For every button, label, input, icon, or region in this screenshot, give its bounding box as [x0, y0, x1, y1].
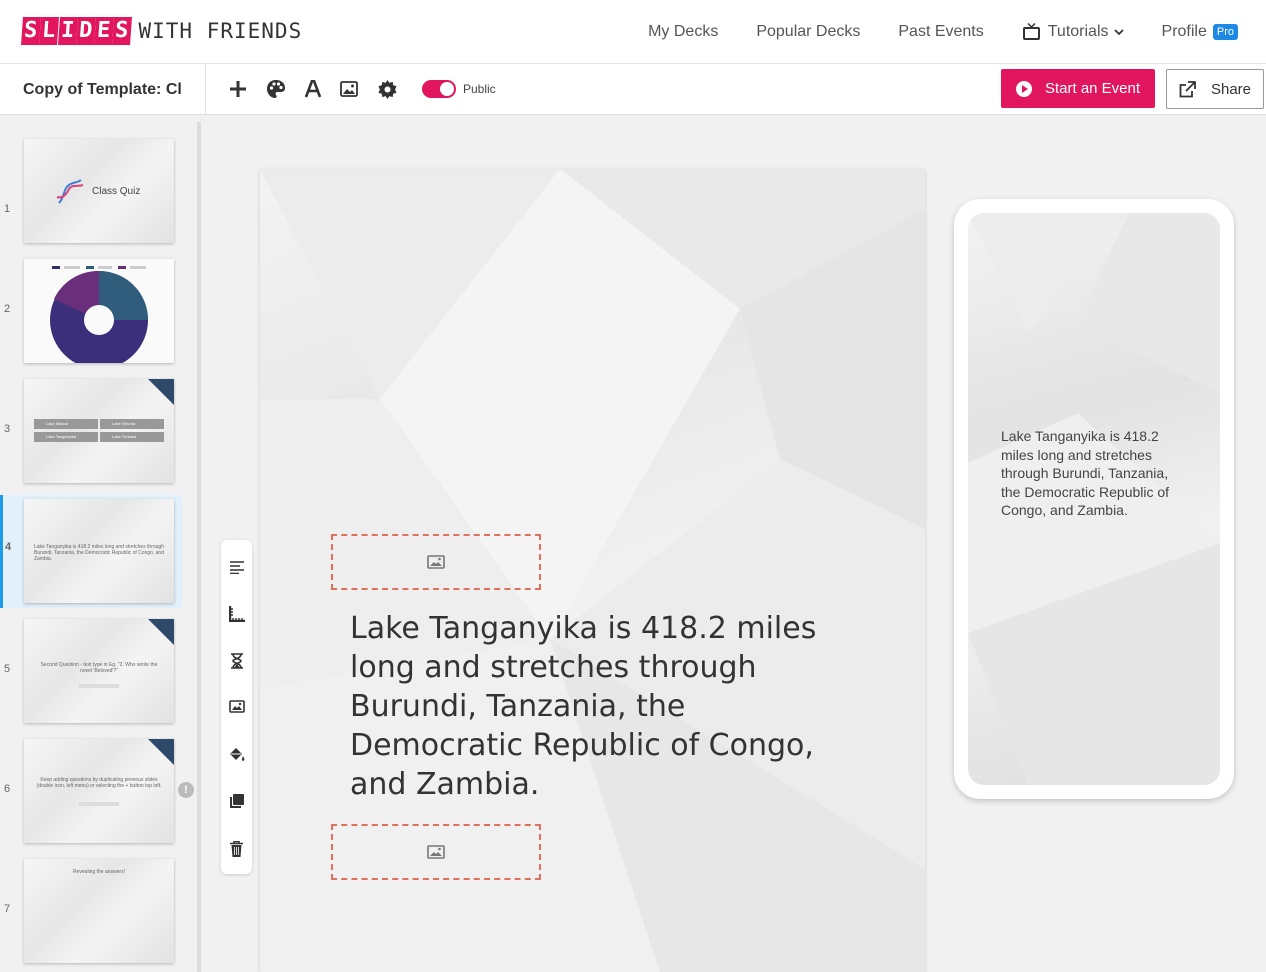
duplicate-icon[interactable]	[226, 791, 247, 812]
slide-number: 7	[4, 903, 11, 915]
pro-badge: Pro	[1212, 23, 1238, 40]
logo-tile: S	[21, 17, 42, 45]
logo-text: WITH FRIENDS	[138, 19, 303, 43]
image-icon[interactable]	[337, 77, 361, 101]
public-toggle[interactable]	[422, 80, 456, 98]
answer-option: Lake Victoria	[100, 419, 164, 429]
slide-body-text[interactable]: Lake Tanganyika is 418.2 miles long and …	[350, 609, 820, 804]
slide-thumb-text: Second Question - text type in Eg. "2. W…	[40, 662, 158, 674]
slide-thumbnail[interactable]: Keep adding questions by duplicating pre…	[24, 739, 174, 843]
slide-thumb-title: Class Quiz	[92, 186, 141, 197]
slide-thumb-row[interactable]: 3 Lake Malawi Lake Victoria Lake Tangany…	[0, 375, 182, 485]
answer-option: Lake Turkana	[100, 432, 164, 442]
submit-answer-thumb	[79, 802, 119, 806]
align-left-icon[interactable]	[226, 557, 247, 578]
logo[interactable]: S L I D E S WITH FRIENDS	[21, 15, 303, 47]
palette-icon[interactable]	[264, 77, 288, 101]
image-icon	[427, 555, 445, 569]
sidebar-scrollbar[interactable]	[197, 122, 201, 972]
answer-option: Lake Malawi	[34, 419, 98, 429]
external-link-icon	[1179, 80, 1196, 97]
logo-tile: E	[94, 17, 115, 45]
paint-bucket-icon[interactable]	[226, 744, 247, 765]
nav-tutorials-label: Tutorials	[1047, 22, 1109, 40]
logo-tile: I	[57, 17, 78, 45]
donut-chart-thumb	[50, 266, 148, 363]
nav-profile[interactable]: Profile Pro	[1162, 23, 1238, 41]
mobile-preview-screen: Lake Tanganyika is 418.2 miles long and …	[968, 213, 1220, 785]
top-nav: S L I D E S WITH FRIENDS My Decks Popula…	[0, 0, 1266, 64]
slide-type-corner	[148, 739, 174, 765]
answer-option-label: Lake Malawi	[46, 421, 69, 426]
submit-answer-thumb	[79, 684, 119, 688]
answer-option: Lake Tanganyika	[34, 432, 98, 442]
mobile-preview: Lake Tanganyika is 418.2 miles long and …	[954, 199, 1234, 799]
slide-thumb-text: Lake Tanganyika is 418.2 miles long and …	[34, 544, 164, 562]
logo-tile: L	[39, 17, 60, 45]
slide-tools	[221, 540, 252, 874]
start-event-button[interactable]: Start an Event	[1001, 69, 1155, 108]
editor-toolbar: Copy of Template: Cl Public Start an Eve…	[0, 64, 1266, 115]
slide-type-corner	[148, 379, 174, 405]
logo-tile: D	[75, 17, 96, 45]
play-icon	[1015, 80, 1032, 97]
image-placeholder-top[interactable]	[331, 534, 541, 590]
nav-my-decks[interactable]: My Decks	[648, 23, 718, 41]
answer-option-label: Lake Tanganyika	[46, 434, 76, 439]
nav-popular-decks[interactable]: Popular Decks	[756, 23, 860, 41]
slide-number: 4	[5, 541, 12, 553]
nav-profile-label: Profile	[1161, 22, 1207, 40]
warning-icon[interactable]: !	[178, 782, 194, 798]
slide-thumb-row[interactable]: 2	[0, 255, 182, 365]
hourglass-icon[interactable]	[226, 650, 247, 671]
slide-list: 1 Class Quiz 2 3 Lake Malawi Lake Victor	[0, 115, 203, 972]
gear-icon[interactable]	[375, 77, 399, 101]
slide-thumb-row[interactable]: 1 Class Quiz	[0, 135, 182, 245]
slide-number: 3	[4, 423, 11, 435]
slide-number: 2	[4, 303, 11, 315]
nav-past-events[interactable]: Past Events	[898, 23, 983, 41]
slide-thumbnail[interactable]: Lake Malawi Lake Victoria Lake Tanganyik…	[24, 379, 174, 483]
slide-number: 5	[4, 663, 11, 675]
slide-thumb-row[interactable]: 7 Revealing the answers!	[0, 855, 182, 965]
answer-option-label: Lake Turkana	[112, 434, 137, 439]
deck-title[interactable]: Copy of Template: Cl	[23, 64, 183, 114]
mobile-preview-text: Lake Tanganyika is 418.2 miles long and …	[1001, 428, 1170, 518]
public-label: Public	[463, 82, 496, 96]
toggle-knob	[440, 82, 454, 96]
slide-thumb-text: Keep adding questions by duplicating pre…	[36, 777, 162, 789]
slide-number: 6	[4, 783, 11, 795]
slide-thumbnail[interactable]: Revealing the answers!	[24, 859, 174, 963]
dna-icon	[56, 179, 84, 204]
slide-number: 1	[4, 203, 11, 215]
slide-canvas[interactable]: Lake Tanganyika is 418.2 miles long and …	[260, 169, 925, 972]
slide-thumb-text: Revealing the answers!	[73, 869, 125, 875]
slide-thumb-row[interactable]: 5 Second Question - text type in Eg. "2.…	[0, 615, 182, 725]
toolbar-divider	[205, 64, 206, 114]
chevron-down-icon	[1113, 28, 1124, 35]
nav-tutorials[interactable]: Tutorials	[1022, 22, 1124, 41]
tv-icon	[1022, 22, 1040, 40]
font-icon[interactable]	[301, 77, 325, 101]
slide-type-corner	[148, 619, 174, 645]
start-event-label: Start an Event	[1044, 80, 1141, 97]
image-icon	[427, 845, 445, 859]
slide-thumbnail[interactable]: Class Quiz	[24, 139, 174, 243]
slide-thumb-row-active[interactable]: 4 Lake Tanganyika is 418.2 miles long an…	[0, 495, 182, 608]
main-nav: My Decks Popular Decks Past Events Tutor…	[648, 0, 1238, 63]
logo-tile: S	[112, 17, 133, 45]
slide-thumbnail[interactable]: Second Question - text type in Eg. "2. W…	[24, 619, 174, 723]
plus-icon[interactable]	[226, 77, 250, 101]
image-icon[interactable]	[226, 696, 247, 717]
slide-thumbnail[interactable]	[24, 259, 174, 363]
slide-thumb-row[interactable]: 6 Keep adding questions by duplicating p…	[0, 735, 182, 845]
image-placeholder-bottom[interactable]	[331, 824, 541, 880]
share-button[interactable]: Share	[1166, 69, 1264, 109]
share-label: Share	[1210, 80, 1252, 98]
ruler-icon[interactable]	[226, 603, 247, 624]
answer-option-label: Lake Victoria	[112, 421, 136, 426]
slide-thumbnail[interactable]: Lake Tanganyika is 418.2 miles long and …	[24, 499, 174, 603]
trash-icon[interactable]	[226, 838, 247, 859]
